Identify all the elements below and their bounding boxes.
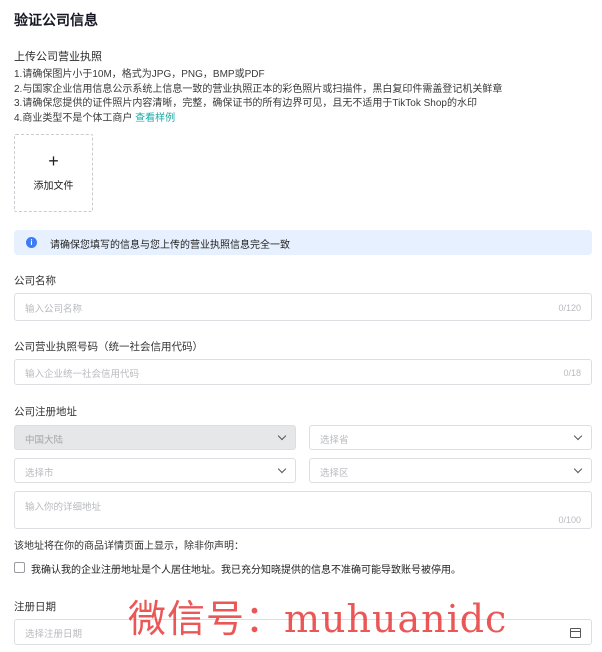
rule-4-row: 4.商业类型不是个体工商户 查看样例 bbox=[14, 112, 502, 127]
upload-rules: 1.请确保图片小于10M，格式为JPG，PNG，BMP或PDF 2.与国家企业信… bbox=[14, 68, 502, 126]
calendar-icon[interactable] bbox=[570, 628, 581, 638]
watermark-overlay: 微信号：muhuanidc bbox=[128, 597, 508, 641]
license-number-counter: 0/18 bbox=[563, 368, 581, 378]
license-number-label: 公司营业执照号码（统一社会信用代码） bbox=[14, 341, 203, 353]
address-note: 该地址将在你的商品详情页面上显示，除非你声明： bbox=[14, 541, 244, 552]
chevron-down-icon bbox=[573, 431, 583, 441]
province-select[interactable]: 选择省 bbox=[309, 425, 592, 450]
chevron-down-icon bbox=[277, 431, 287, 441]
registration-date-placeholder: 选择注册日期 bbox=[25, 629, 83, 640]
city-select[interactable]: 选择市 bbox=[14, 458, 296, 483]
district-select[interactable]: 选择区 bbox=[309, 458, 592, 483]
province-placeholder: 选择省 bbox=[320, 435, 349, 446]
company-name-input[interactable]: 输入公司名称 0/120 bbox=[14, 293, 592, 321]
info-icon: i bbox=[26, 237, 37, 248]
info-banner-text: 请确保您填写的信息与您上传的营业执照信息完全一致 bbox=[50, 240, 290, 251]
country-value: 中国大陆 bbox=[25, 435, 64, 446]
country-select[interactable]: 中国大陆 bbox=[14, 425, 296, 450]
residential-address-checkbox-label: 我确认我的企业注册地址是个人居住地址。我已充分知晓提供的信息不准确可能导致账号被… bbox=[31, 565, 461, 576]
add-file-label: 添加文件 bbox=[33, 181, 74, 192]
rule-1: 1.请确保图片小于10M，格式为JPG，PNG，BMP或PDF bbox=[14, 69, 265, 80]
address-label: 公司注册地址 bbox=[14, 406, 77, 418]
chevron-down-icon bbox=[573, 464, 583, 474]
company-name-placeholder: 输入公司名称 bbox=[25, 304, 83, 315]
registration-date-label: 注册日期 bbox=[14, 601, 56, 613]
city-placeholder: 选择市 bbox=[25, 468, 54, 479]
upload-heading: 上传公司营业执照 bbox=[14, 51, 102, 63]
chevron-down-icon bbox=[277, 464, 287, 474]
info-banner: i 请确保您填写的信息与您上传的营业执照信息完全一致 bbox=[14, 230, 592, 255]
company-name-counter: 0/120 bbox=[558, 303, 581, 313]
rule-2: 2.与国家企业信用信息公示系统上信息一致的营业执照正本的彩色照片或扫描件，黑白复… bbox=[14, 83, 503, 95]
company-name-label: 公司名称 bbox=[14, 275, 56, 287]
view-sample-link[interactable]: 查看样例 bbox=[135, 113, 175, 124]
address-detail-counter: 0/100 bbox=[558, 515, 581, 525]
page-title: 验证公司信息 bbox=[14, 12, 98, 28]
license-number-input[interactable]: 输入企业统一社会信用代码 0/18 bbox=[14, 359, 592, 385]
district-placeholder: 选择区 bbox=[320, 468, 349, 479]
license-number-placeholder: 输入企业统一社会信用代码 bbox=[25, 369, 140, 380]
address-detail-textarea[interactable]: 输入你的详细地址 0/100 bbox=[14, 491, 592, 529]
add-file-button[interactable]: + 添加文件 bbox=[14, 134, 93, 212]
rule-3: 3.请确保您提供的证件照片内容清晰，完整，确保证书的所有边界可见，且无不适用于T… bbox=[14, 98, 477, 109]
address-detail-placeholder: 输入你的详细地址 bbox=[25, 502, 102, 513]
plus-icon: + bbox=[48, 151, 59, 171]
rule-4: 4.商业类型不是个体工商户 bbox=[14, 112, 133, 124]
residential-address-checkbox[interactable] bbox=[14, 562, 25, 573]
